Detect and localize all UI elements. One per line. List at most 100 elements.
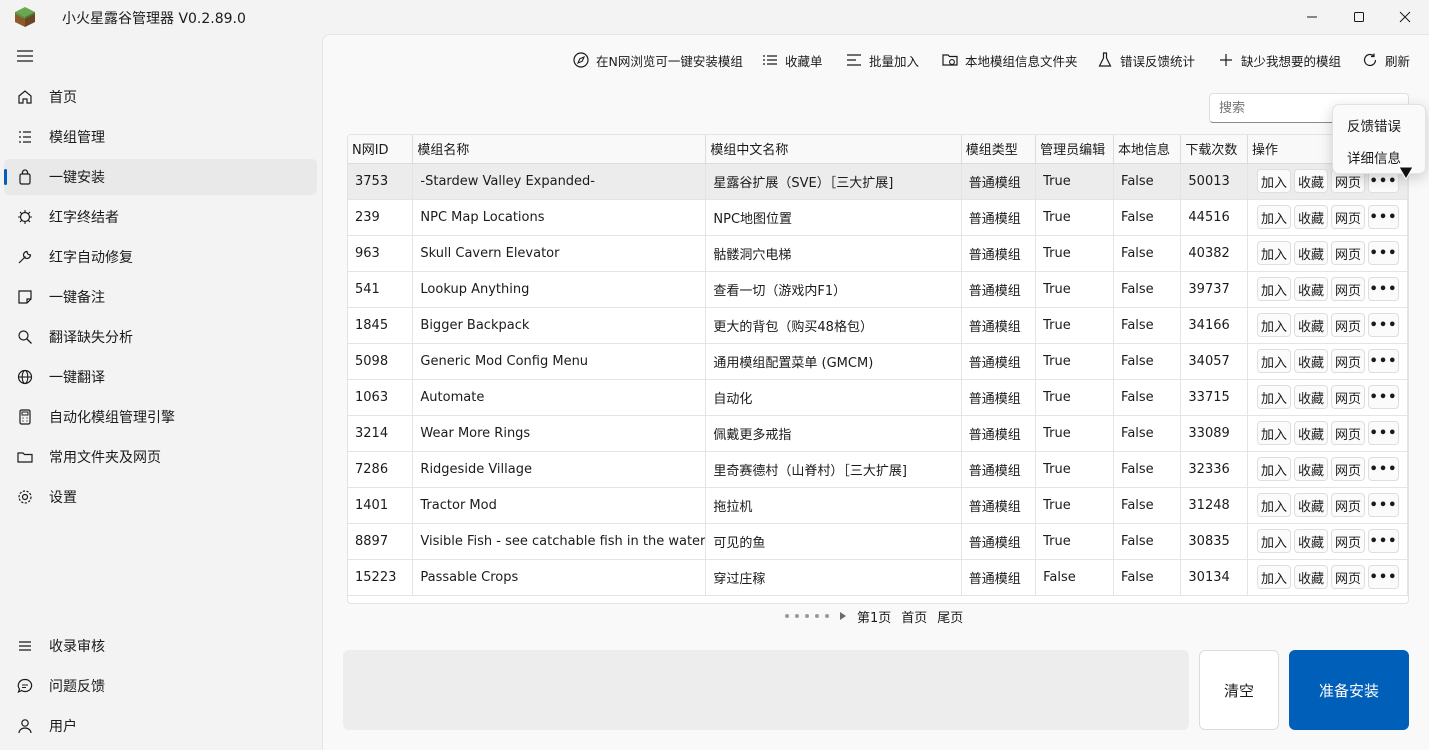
favorite-button[interactable]: 收藏: [1293, 205, 1328, 229]
sidebar-item-one-click-translate[interactable]: 一键翻译: [4, 359, 317, 395]
table-row[interactable]: 1401 Tractor Mod 拖拉机 普通模组 True False 31248 加入 收藏…: [348, 487, 1408, 524]
sidebar-item-user[interactable]: 用户: [4, 708, 317, 744]
favorite-button[interactable]: 收藏: [1293, 169, 1328, 193]
table-row[interactable]: 8897 Visible Fish - see catchable fish in…: [348, 523, 1408, 560]
add-button[interactable]: 加入: [1256, 313, 1291, 337]
hamburger-menu-icon[interactable]: [14, 45, 36, 67]
menu-item-details[interactable]: 详细信息: [1347, 147, 1401, 167]
sidebar-item-home[interactable]: 首页: [4, 79, 317, 115]
more-options-button[interactable]: •••: [1368, 349, 1400, 373]
favorite-button[interactable]: 收藏: [1293, 349, 1328, 373]
install-queue-box[interactable]: [343, 650, 1189, 730]
page-dot[interactable]: [785, 614, 789, 618]
more-options-button[interactable]: •••: [1368, 493, 1400, 517]
webpage-button[interactable]: 网页: [1331, 493, 1366, 517]
col-header-id[interactable]: N网ID: [348, 135, 414, 164]
add-button[interactable]: 加入: [1256, 241, 1291, 265]
more-options-button[interactable]: •••: [1368, 313, 1400, 337]
close-button[interactable]: [1382, 0, 1428, 34]
favorites-button[interactable]: 收藏单: [761, 49, 823, 71]
table-row[interactable]: 1063 Automate 自动化 普通模组 True False 33715 加入 收藏 网页 •…: [348, 379, 1408, 416]
add-button[interactable]: 加入: [1256, 529, 1291, 553]
page-dot[interactable]: [795, 614, 799, 618]
more-options-button[interactable]: •••: [1368, 241, 1400, 265]
col-header-downloads[interactable]: 下载次数: [1180, 135, 1248, 164]
add-button[interactable]: 加入: [1256, 277, 1291, 301]
favorite-button[interactable]: 收藏: [1293, 241, 1328, 265]
webpage-button[interactable]: 网页: [1331, 205, 1366, 229]
add-button[interactable]: 加入: [1256, 457, 1291, 481]
more-options-button[interactable]: •••: [1368, 565, 1400, 589]
favorite-button[interactable]: 收藏: [1293, 565, 1328, 589]
page-dot[interactable]: [815, 614, 819, 618]
webpage-button[interactable]: 网页: [1331, 277, 1366, 301]
table-row[interactable]: 7286 Ridgeside Village 里奇赛德村（山脊村）［三大扩展] 普通模…: [348, 451, 1408, 488]
add-button[interactable]: 加入: [1256, 205, 1291, 229]
table-row[interactable]: 15223 Passable Crops 穿过庄稼 普通模组 False False 301…: [348, 559, 1408, 596]
prepare-install-button[interactable]: 准备安装: [1289, 650, 1409, 730]
sidebar-item-common-folders[interactable]: 常用文件夹及网页: [4, 439, 317, 475]
webpage-button[interactable]: 网页: [1331, 529, 1366, 553]
add-button[interactable]: 加入: [1256, 565, 1291, 589]
table-row[interactable]: 963 Skull Cavern Elevator 骷髅洞穴电梯 普通模组 True Fa…: [348, 235, 1408, 272]
sidebar-item-feedback[interactable]: 问题反馈: [4, 668, 317, 704]
menu-item-report-error[interactable]: 反馈错误: [1347, 115, 1401, 135]
webpage-button[interactable]: 网页: [1331, 241, 1366, 265]
webpage-button[interactable]: 网页: [1331, 457, 1366, 481]
table-row[interactable]: 541 Lookup Anything 查看一切（游戏内F1） 普通模组 True Fal…: [348, 271, 1408, 308]
favorite-button[interactable]: 收藏: [1293, 457, 1328, 481]
sidebar-item-translation-analysis[interactable]: 翻译缺失分析: [4, 319, 317, 355]
webpage-button[interactable]: 网页: [1331, 565, 1366, 589]
clear-button[interactable]: 清空: [1199, 650, 1279, 730]
favorite-button[interactable]: 收藏: [1293, 313, 1328, 337]
webpage-button[interactable]: 网页: [1331, 421, 1366, 445]
col-header-cn-name[interactable]: 模组中文名称: [705, 135, 962, 164]
add-button[interactable]: 加入: [1256, 349, 1291, 373]
col-header-local-info[interactable]: 本地信息: [1113, 135, 1182, 164]
table-row[interactable]: 3753 -Stardew Valley Expanded- 星露谷扩展（SVE）［…: [348, 163, 1408, 200]
local-folder-button[interactable]: 本地模组信息文件夹: [941, 49, 1078, 71]
col-header-name[interactable]: 模组名称: [412, 135, 707, 164]
sidebar-item-review[interactable]: 收录审核: [4, 628, 317, 664]
add-button[interactable]: 加入: [1256, 169, 1291, 193]
add-button[interactable]: 加入: [1256, 493, 1291, 517]
minimize-button[interactable]: [1289, 0, 1335, 34]
browse-nexus-button[interactable]: 在N网浏览可一键安装模组: [572, 49, 743, 71]
webpage-button[interactable]: 网页: [1331, 313, 1366, 337]
webpage-button[interactable]: 网页: [1331, 385, 1366, 409]
table-row[interactable]: 1845 Bigger Backpack 更大的背包（购买48格包） 普通模组 True…: [348, 307, 1408, 344]
more-options-button[interactable]: •••: [1368, 205, 1400, 229]
col-header-admin-edit[interactable]: 管理员编辑: [1035, 135, 1115, 164]
missing-mod-button[interactable]: 缺少我想要的模组: [1217, 49, 1341, 71]
error-stats-button[interactable]: 错误反馈统计: [1096, 49, 1195, 71]
sidebar-item-one-click-note[interactable]: 一键备注: [4, 279, 317, 315]
favorite-button[interactable]: 收藏: [1293, 385, 1328, 409]
sidebar-item-auto-fix[interactable]: 红字自动修复: [4, 239, 317, 275]
more-options-button[interactable]: •••: [1368, 385, 1400, 409]
maximize-button[interactable]: [1336, 0, 1382, 34]
sidebar-item-mod-management[interactable]: 模组管理: [4, 119, 317, 155]
page-dot[interactable]: [805, 614, 809, 618]
table-row[interactable]: 3214 Wear More Rings 佩戴更多戒指 普通模组 True False 33…: [348, 415, 1408, 452]
more-options-button[interactable]: •••: [1368, 421, 1400, 445]
sidebar-item-one-click-install[interactable]: 一键安装: [4, 159, 317, 195]
webpage-button[interactable]: 网页: [1331, 349, 1366, 373]
favorite-button[interactable]: 收藏: [1293, 529, 1328, 553]
last-page-link[interactable]: 尾页: [937, 607, 963, 626]
sidebar-item-automation-engine[interactable]: 自动化模组管理引擎: [4, 399, 317, 435]
add-button[interactable]: 加入: [1256, 385, 1291, 409]
batch-add-button[interactable]: 批量加入: [845, 49, 919, 71]
sidebar-item-settings[interactable]: 设置: [4, 479, 317, 515]
favorite-button[interactable]: 收藏: [1293, 421, 1328, 445]
table-row[interactable]: 239 NPC Map Locations NPC地图位置 普通模组 True False…: [348, 199, 1408, 236]
first-page-link[interactable]: 首页: [901, 607, 927, 626]
more-options-button[interactable]: •••: [1368, 457, 1400, 481]
favorite-button[interactable]: 收藏: [1293, 277, 1328, 301]
more-options-button[interactable]: •••: [1368, 277, 1400, 301]
more-options-button[interactable]: •••: [1368, 529, 1400, 553]
next-page-icon[interactable]: [839, 611, 847, 621]
add-button[interactable]: 加入: [1256, 421, 1291, 445]
table-row[interactable]: 5098 Generic Mod Config Menu 通用模组配置菜单 (GMC…: [348, 343, 1408, 380]
sidebar-item-red-text-terminator[interactable]: 红字终结者: [4, 199, 317, 235]
page-dot[interactable]: [825, 614, 829, 618]
